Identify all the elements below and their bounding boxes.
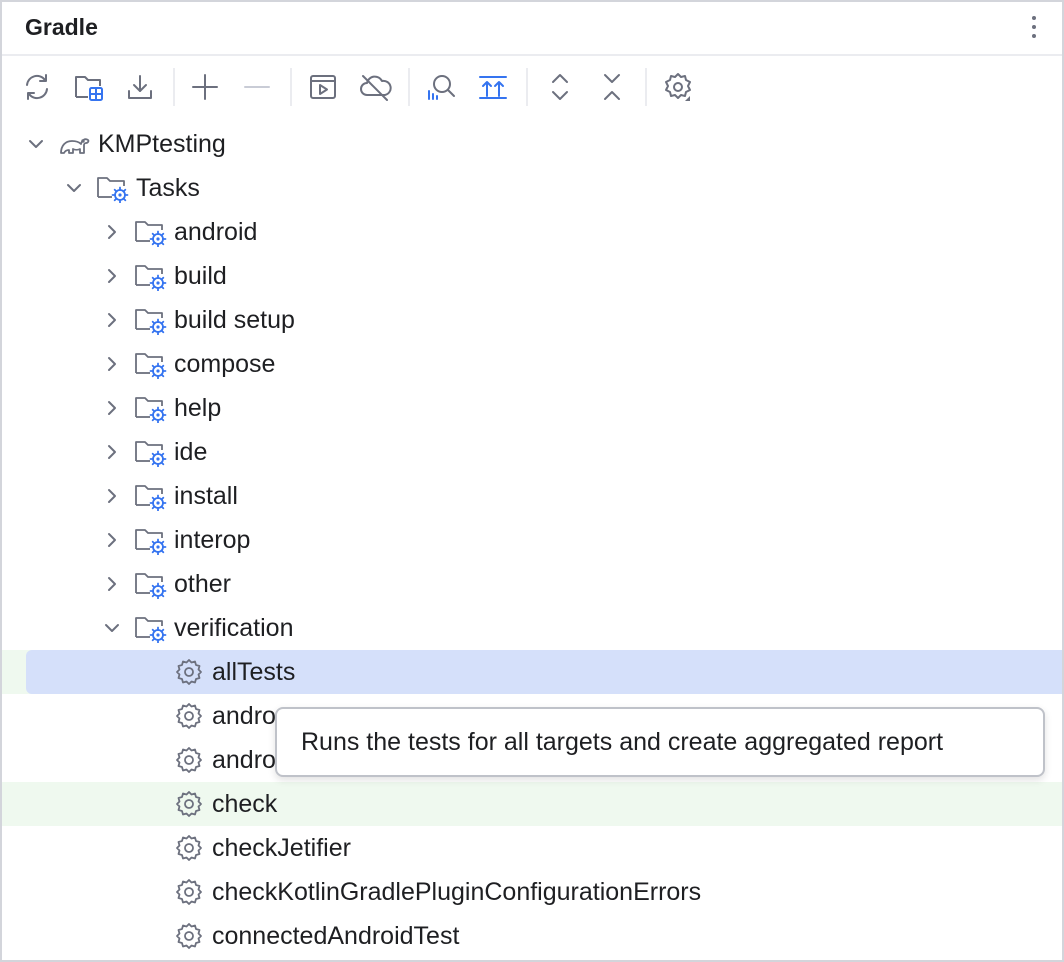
tree-row[interactable]: android [2,210,1062,254]
toolbar [2,58,1062,116]
tree-task-row[interactable]: checkKotlinGradlePluginConfigurationErro… [2,870,1062,914]
tree-node-verification-label: verification [174,614,294,642]
tree-row[interactable]: Tasks [2,166,1062,210]
tree-row[interactable]: install [2,474,1062,518]
task-gear-icon [172,789,206,819]
task-folder-icon [134,437,168,468]
chevron-down-icon[interactable] [62,176,86,200]
settings-icon[interactable] [657,66,699,108]
tooltip-text: Runs the tests for all targets and creat… [301,728,944,756]
chevron-right-icon[interactable] [100,440,124,464]
tree-task-row[interactable]: allTests [2,650,1062,694]
chevron-down-icon[interactable] [24,132,48,156]
expand-all-icon[interactable] [539,66,581,108]
tree-row[interactable]: verification [2,606,1062,650]
task-gear-icon [172,877,206,907]
chevron-right-icon[interactable] [100,572,124,596]
task-folder-icon [96,173,130,204]
chevron-right-icon[interactable] [100,528,124,552]
download-sources-icon[interactable] [119,66,161,108]
offline-mode-icon[interactable] [354,66,396,108]
task-folder-icon [134,613,168,644]
tree-task-row[interactable]: checkJetifier [2,826,1062,870]
task-folder-icon [134,481,168,512]
tree-task-row[interactable]: connectedAndroidTest [2,914,1062,958]
remove-icon[interactable] [236,66,278,108]
task-folder-icon [134,525,168,556]
tree-node-group-help-label: help [174,394,222,422]
tree-node-project-label: KMPtesting [98,130,226,158]
gradle-elephant-icon [58,129,92,159]
tree-row[interactable]: interop [2,518,1062,562]
tree-row[interactable]: ide [2,430,1062,474]
more-options-icon[interactable] [1022,10,1046,44]
tree-row[interactable]: build setup [2,298,1062,342]
tree-node-group-compose-label: compose [174,350,276,378]
tree-row[interactable]: other [2,562,1062,606]
execute-task-icon[interactable] [302,66,344,108]
reload-icon[interactable] [16,66,58,108]
task-tooltip: Runs the tests for all targets and creat… [275,707,1045,777]
task-gear-icon [172,921,206,951]
task-folder-icon [134,305,168,336]
tree-node-tasks-label: Tasks [136,174,200,202]
chevron-right-icon[interactable] [100,484,124,508]
chevron-right-icon[interactable] [100,308,124,332]
tree-row[interactable]: build [2,254,1062,298]
chevron-right-icon[interactable] [100,396,124,420]
task-folder-icon [134,349,168,380]
tree-node-group-build-setup-label: build setup [174,306,295,334]
add-icon[interactable] [184,66,226,108]
gradle-tool-window: Gradle KMPtesting Tasks android build bu… [0,0,1064,962]
task-folder-icon [134,569,168,600]
tree-node-task-5-label: checkKotlinGradlePluginConfigurationErro… [212,878,702,906]
tree-node-group-install-label: install [174,482,238,510]
analyze-dependencies-icon[interactable] [420,66,462,108]
tree-node-group-interop-label: interop [174,526,251,554]
task-folder-icon [134,261,168,292]
tree-node-task-0-label: allTests [212,658,296,686]
tree-node-task-1-label: andro [212,702,276,730]
task-folder-icon [134,217,168,248]
chevron-right-icon[interactable] [100,352,124,376]
tree-node-group-ide-label: ide [174,438,208,466]
task-gear-icon [172,833,206,863]
chevron-down-icon[interactable] [100,616,124,640]
collapse-all-icon[interactable] [591,66,633,108]
chevron-right-icon[interactable] [100,264,124,288]
tree-node-group-build-label: build [174,262,227,290]
task-folder-icon [134,393,168,424]
panel-title: Gradle [25,14,98,40]
tree-node-task-4-label: checkJetifier [212,834,351,862]
show-dependencies-icon[interactable] [472,66,514,108]
tree-task-row[interactable]: check [2,782,1062,826]
tree-node-task-3-label: check [212,790,278,818]
panel-header: Gradle [2,2,1062,56]
tree-node-group-other-label: other [174,570,231,598]
chevron-right-icon[interactable] [100,220,124,244]
tree-row[interactable]: help [2,386,1062,430]
tree-row[interactable]: KMPtesting [2,122,1062,166]
task-gear-icon [172,745,206,775]
task-gear-icon [172,701,206,731]
tree-node-group-android-label: android [174,218,258,246]
link-project-icon[interactable] [68,66,110,108]
task-gear-icon [172,657,206,687]
tree-node-task-6-label: connectedAndroidTest [212,922,460,950]
tree-row[interactable]: compose [2,342,1062,386]
tree-node-task-2-label: andro [212,746,276,774]
